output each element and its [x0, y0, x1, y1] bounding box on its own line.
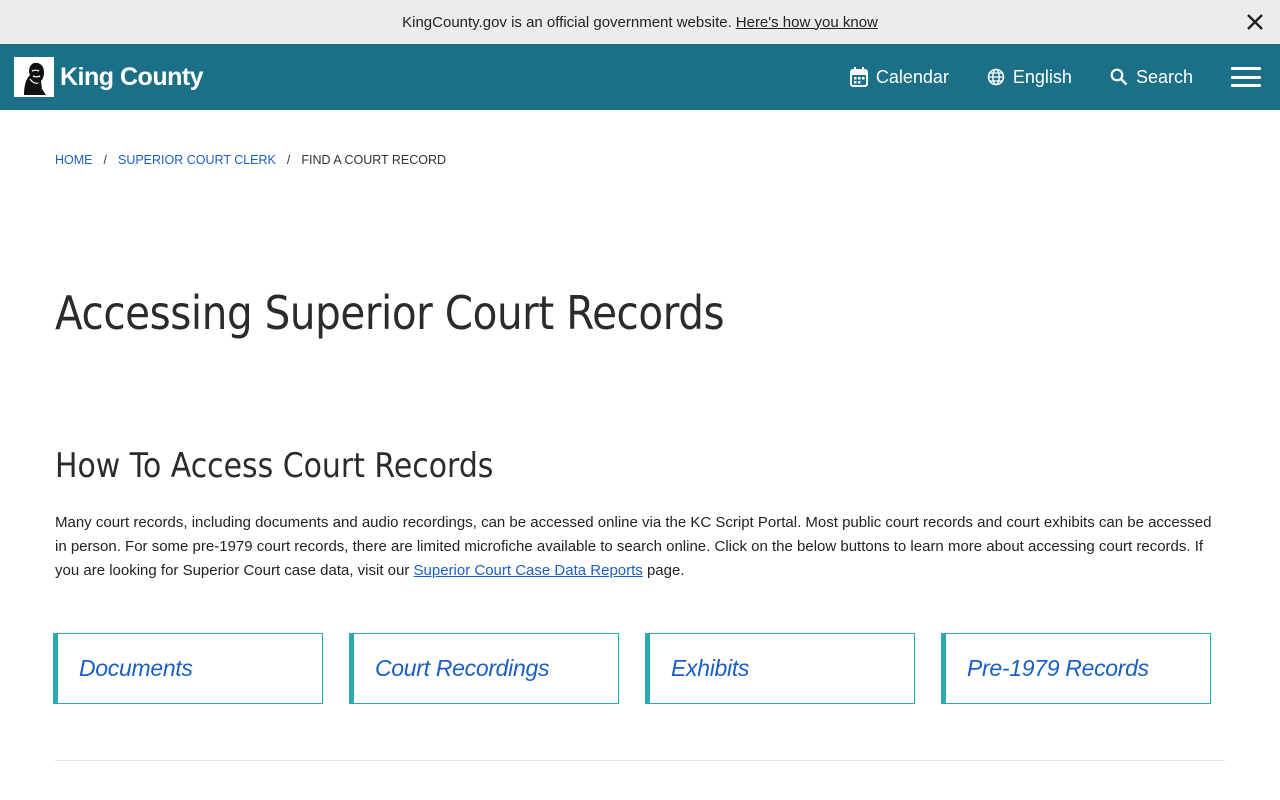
- site-header: King County Calendar English Search: [0, 44, 1280, 110]
- language-selector[interactable]: English: [987, 67, 1072, 88]
- card-exhibits[interactable]: Exhibits: [645, 633, 915, 704]
- search-label: Search: [1135, 66, 1193, 87]
- card-label: Pre-1979 Records: [967, 655, 1149, 681]
- section-title: How To Access Court Records: [55, 446, 494, 486]
- search-link[interactable]: Search: [1110, 67, 1193, 88]
- breadcrumb-superior-court-clerk[interactable]: SUPERIOR COURT CLERK: [118, 153, 276, 167]
- case-data-reports-link[interactable]: Superior Court Case Data Reports: [414, 562, 643, 579]
- breadcrumb-current: FIND A COURT RECORD: [301, 153, 447, 167]
- close-banner-button[interactable]: [1242, 9, 1268, 35]
- intro-paragraph: Many court records, including documents …: [55, 511, 1225, 583]
- calendar-icon: [849, 67, 868, 87]
- card-label: Exhibits: [671, 655, 750, 681]
- breadcrumb-separator: /: [286, 153, 291, 167]
- calendar-link[interactable]: Calendar: [849, 66, 949, 88]
- official-site-text: KingCounty.gov is an official government…: [402, 13, 732, 31]
- card-label: Documents: [79, 655, 193, 681]
- language-label: English: [1012, 66, 1072, 87]
- intro-text-end: page.: [642, 562, 685, 579]
- how-you-know-link[interactable]: Here's how you know: [736, 14, 878, 31]
- king-county-logo[interactable]: King County: [14, 56, 204, 98]
- card-pre-1979-records[interactable]: Pre-1979 Records: [941, 633, 1211, 704]
- menu-icon-bar: [1231, 67, 1261, 70]
- official-site-banner: KingCounty.gov is an official government…: [0, 0, 1280, 44]
- search-icon: [1110, 68, 1128, 86]
- calendar-label: Calendar: [875, 66, 949, 87]
- logo-text: King County: [60, 62, 204, 91]
- breadcrumb-home[interactable]: HOME: [55, 153, 93, 167]
- card-documents[interactable]: Documents: [53, 633, 323, 704]
- section-divider: [55, 760, 1225, 761]
- mlk-portrait-icon: [14, 57, 54, 97]
- menu-icon-bar: [1231, 75, 1261, 79]
- hamburger-menu-button[interactable]: [1231, 67, 1261, 87]
- breadcrumb-separator: /: [103, 153, 107, 167]
- breadcrumb: HOME / SUPERIOR COURT CLERK / FIND A COU…: [55, 153, 446, 167]
- page-title: Accessing Superior Court Records: [55, 286, 725, 340]
- globe-icon: [987, 68, 1005, 86]
- card-label: Court Recordings: [375, 655, 550, 681]
- header-nav: Calendar English Search: [849, 44, 1280, 110]
- card-court-recordings[interactable]: Court Recordings: [349, 633, 619, 704]
- menu-icon-bar: [1231, 84, 1261, 87]
- close-icon: [1247, 14, 1263, 30]
